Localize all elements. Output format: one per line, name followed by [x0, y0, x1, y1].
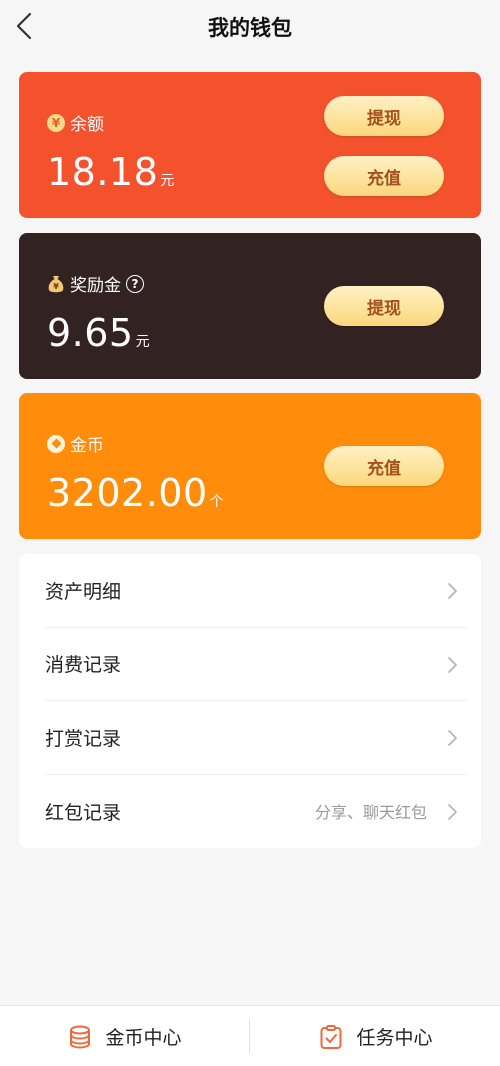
menu-item-label: 资产明细: [45, 580, 122, 603]
coin-stack-icon: [70, 1025, 91, 1049]
balance-value: 18.18: [47, 150, 159, 194]
chevron-right-icon: [448, 656, 457, 673]
yen-icon: ¥: [47, 113, 65, 132]
tab-label: 金币中心: [105, 1027, 182, 1049]
reward-withdraw-button[interactable]: 提现: [324, 286, 444, 326]
chevron-right-icon: [448, 803, 457, 820]
menu-item-label: 红包记录: [45, 801, 122, 824]
header: 我的钱包: [0, 0, 500, 56]
balance-amount: 18.18 元: [47, 150, 174, 194]
coin-value: 3202.00: [47, 471, 208, 515]
menu-item-note: 分享、聊天红包: [314, 803, 427, 823]
coin-recharge-button[interactable]: 充值: [324, 446, 444, 486]
menu-item-label: 打赏记录: [45, 727, 122, 750]
tab-task-center[interactable]: 任务中心: [251, 1006, 500, 1066]
coin-label-row: 金币: [47, 431, 104, 456]
balance-label-row: ¥ 余额: [47, 110, 104, 135]
menu-item-consumption-records[interactable]: 消费记录: [45, 628, 467, 701]
coin-amount: 3202.00 个: [47, 471, 224, 515]
menu-item-asset-details[interactable]: 资产明细: [45, 554, 467, 628]
reward-label-row: ¥ 奖励金 ?: [47, 271, 144, 296]
chevron-right-icon: [448, 730, 457, 746]
menu-item-label: 消费记录: [45, 654, 122, 677]
tab-label: 任务中心: [356, 1027, 433, 1049]
balance-recharge-button[interactable]: 充值: [324, 156, 444, 196]
money-bag-icon: ¥: [48, 275, 64, 292]
bottom-tabbar: 金币中心 任务中心: [0, 1005, 500, 1066]
reward-card: ¥ 奖励金 ? 9.65 元 提现: [19, 233, 481, 379]
menu-item-tip-records[interactable]: 打赏记录: [45, 701, 467, 775]
balance-withdraw-button[interactable]: 提现: [324, 96, 444, 136]
coin-label: 金币: [70, 436, 104, 456]
page-title: 我的钱包: [208, 16, 292, 40]
coin-unit: 个: [209, 494, 224, 510]
reward-label: 奖励金: [70, 276, 121, 296]
reward-value: 9.65: [47, 311, 134, 355]
clipboard-check-icon: [320, 1024, 342, 1049]
help-icon[interactable]: ?: [126, 274, 144, 293]
tab-divider: [249, 1020, 250, 1054]
tab-coin-center[interactable]: 金币中心: [0, 1006, 249, 1066]
wallet-menu: 资产明细 消费记录 打赏记录 红包记录 分享、聊天红包: [19, 554, 481, 848]
menu-item-red-packet-records[interactable]: 红包记录 分享、聊天红包: [45, 775, 467, 849]
balance-unit: 元: [160, 173, 175, 189]
reward-amount: 9.65 元: [47, 311, 150, 355]
reward-unit: 元: [135, 334, 150, 350]
coin-card: 金币 3202.00 个 充值: [19, 393, 481, 539]
svg-text:¥: ¥: [53, 282, 59, 291]
coin-icon: [47, 434, 65, 453]
balance-label: 余额: [70, 115, 104, 135]
balance-card: ¥ 余额 18.18 元 提现 充值: [19, 72, 481, 218]
chevron-right-icon: [448, 583, 457, 599]
